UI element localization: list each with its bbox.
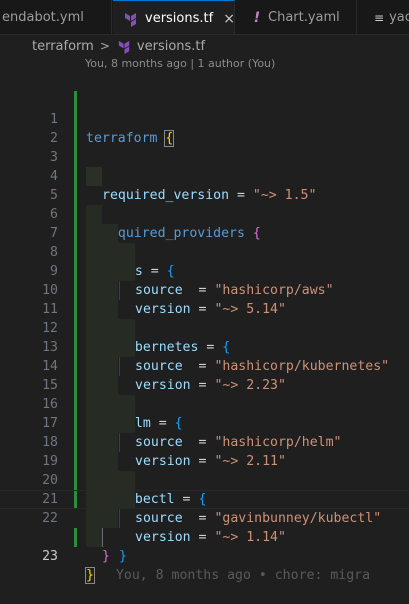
code-line: 18 kubectl = { xyxy=(0,395,409,507)
code-line: 8 version = "~> 5.14" xyxy=(0,205,409,317)
exclamation-icon: ! xyxy=(253,9,261,26)
token-attr: source xyxy=(135,511,183,526)
tab-dependabot[interactable]: endabot.yml xyxy=(0,0,112,34)
lines-icon: ≡ xyxy=(374,10,384,25)
token-string: "gavinbunney/kubectl" xyxy=(214,511,382,526)
code-line-current: 23 } You, 8 months ago • chore: migra xyxy=(0,490,409,584)
code-line: 15 source = "hashicorp/helm" xyxy=(0,338,409,450)
code-editor[interactable]: 1 terraform { 2 3 required_version = "~>… xyxy=(0,72,409,584)
code-line: 7 source = "hashicorp/aws" xyxy=(0,186,409,298)
code-line: 16 version = "~> 2.11" xyxy=(0,357,409,469)
tab-label: endabot.yml xyxy=(2,10,84,25)
tab-label: yac xyxy=(389,10,409,25)
code-line: 21 } xyxy=(0,452,409,564)
code-line: 5 required_providers { xyxy=(0,148,409,241)
token-eq: = xyxy=(198,511,207,526)
code-line: 19 source = "gavinbunney/kubectl" xyxy=(0,414,409,526)
code-line: 6 aws = { xyxy=(0,167,409,279)
token-string: "~> 1.14" xyxy=(214,530,286,545)
token-eq: = xyxy=(198,530,207,545)
code-line: 11 source = "hashicorp/kubernetes" xyxy=(0,262,409,374)
code-line: 12 version = "~> 2.23" xyxy=(0,281,409,393)
editor-tab-bar: endabot.yml versions.tf × ! Chart.yaml ≡… xyxy=(0,0,409,35)
breadcrumb-file[interactable]: versions.tf xyxy=(137,39,205,54)
code-line: 4 xyxy=(0,129,409,184)
close-icon[interactable]: × xyxy=(223,11,235,27)
codelens-blame[interactable]: You, 8 months ago | 1 author (You) xyxy=(85,56,275,72)
code-line: 17 } xyxy=(0,376,409,488)
code-line: 14 helm = { xyxy=(0,319,409,431)
tab-label: Chart.yaml xyxy=(268,10,340,25)
breadcrumb: terraform > versions.tf xyxy=(0,36,409,56)
code-line: 3 required_version = "~> 1.5" xyxy=(0,110,409,203)
code-line: 13 } xyxy=(0,300,409,412)
bracket: } xyxy=(85,567,95,584)
code-line: 10 kubernetes = { xyxy=(0,243,409,355)
breadcrumb-folder[interactable]: terraform xyxy=(32,39,94,54)
bracket: } xyxy=(119,549,127,564)
terraform-icon xyxy=(117,39,132,54)
code-line: 2 xyxy=(0,91,409,146)
inline-blame: You, 8 months ago • chore: migra xyxy=(115,568,371,583)
code-line: 9 } xyxy=(0,224,409,336)
line-number: 23 xyxy=(42,549,58,564)
chevron-right-icon: > xyxy=(99,39,110,53)
tab-yac[interactable]: ≡ yac xyxy=(358,0,409,34)
tab-label: versions.tf xyxy=(145,11,214,26)
token-attr: version xyxy=(135,530,191,545)
code-line: 1 terraform { xyxy=(0,72,409,147)
tab-chart-yaml[interactable]: ! Chart.yaml xyxy=(236,0,357,34)
bracket: } xyxy=(102,549,110,564)
code-line: 22 } xyxy=(0,471,409,564)
code-line: 20 version = "~> 1.14" xyxy=(0,433,409,545)
tab-versions-tf[interactable]: versions.tf × xyxy=(113,0,235,34)
terraform-icon xyxy=(123,11,139,27)
